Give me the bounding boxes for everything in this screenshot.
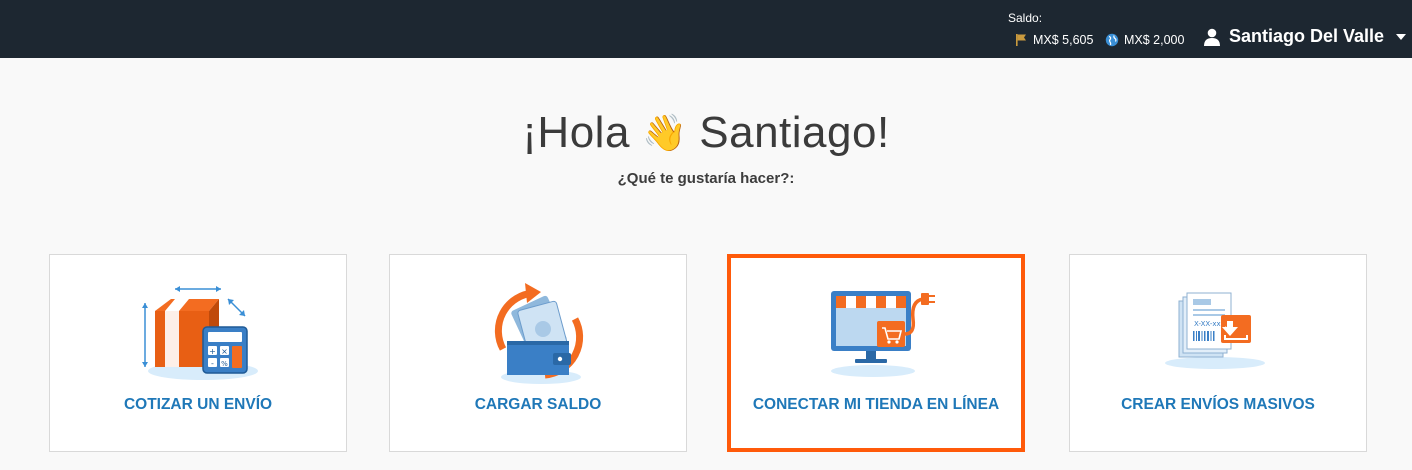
- top-navbar: Saldo: MX$ 5,605 MX$ 2,000 Santiago Del …: [0, 0, 1412, 58]
- globe-icon: [1105, 33, 1119, 47]
- online-store-icon: [831, 291, 935, 377]
- add-balance-label: CARGAR SALDO: [474, 396, 602, 413]
- balance-international: MX$ 2,000: [1105, 33, 1184, 47]
- page-subtitle: ¿Qué te gustaría hacer?:: [617, 170, 795, 187]
- balance-national-value: MX$ 5,605: [1033, 33, 1094, 47]
- bulk-labels-icon: X-XX-xx: [1165, 292, 1265, 369]
- flag-icon: [1016, 34, 1026, 46]
- quote-shipment-label: COTIZAR UN ENVÍO: [123, 396, 273, 413]
- quote-shipment-card[interactable]: + × - % COTIZAR UN ENVÍO: [49, 254, 347, 452]
- greeting-hello: ¡Hola: [522, 108, 630, 157]
- bulk-shipments-label: CREAR ENVÍOS MASIVOS: [1121, 396, 1315, 413]
- add-balance-card[interactable]: CARGAR SALDO: [389, 254, 687, 452]
- bulk-shipments-card[interactable]: X-XX-xx CREAR ENVÍOS MASIVOS: [1069, 254, 1367, 452]
- svg-text:-: -: [211, 359, 214, 368]
- user-icon: [1203, 28, 1220, 46]
- svg-text:×: ×: [221, 347, 228, 356]
- balance-international-value: MX$ 2,000: [1124, 33, 1185, 47]
- balance-national: MX$ 5,605: [1014, 33, 1093, 47]
- user-name: Santiago Del Valle: [1228, 26, 1384, 46]
- balance-label: Saldo:: [1008, 11, 1043, 25]
- svg-text:X-XX-xx: X-XX-xx: [1194, 320, 1221, 328]
- greeting-name: Santiago!: [699, 108, 890, 157]
- svg-text:%: %: [221, 360, 228, 368]
- page-title: ¡Hola 👋 Santiago!: [0, 108, 1412, 158]
- connect-store-card[interactable]: CONECTAR MI TIENDA EN LÍNEA: [727, 254, 1025, 452]
- svg-text:+: +: [209, 347, 216, 356]
- waving-hand-icon: 👋: [641, 112, 688, 153]
- chevron-down-icon: [1396, 33, 1406, 40]
- connect-store-label: CONECTAR MI TIENDA EN LÍNEA: [752, 396, 1000, 413]
- wallet-refresh-icon: [494, 283, 584, 384]
- box-calculator-icon: + × - %: [142, 286, 258, 380]
- user-menu[interactable]: Santiago Del Valle: [1203, 26, 1406, 47]
